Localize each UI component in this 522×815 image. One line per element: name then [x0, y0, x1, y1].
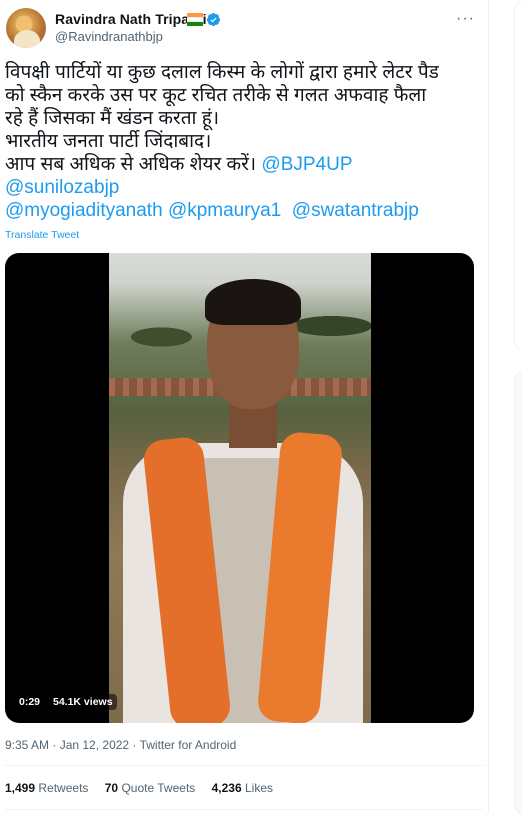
retweets-stat[interactable]: 1,499 Retweets — [5, 781, 88, 795]
tweet-text-line: भारतीय जनता पार्टी जिंदाबाद। — [5, 131, 212, 152]
person-hair — [205, 279, 301, 325]
retweets-label: Retweets — [38, 781, 89, 795]
tweet-text: विपक्षी पार्टियों या कुछ दलाल किस्म के ल… — [5, 61, 485, 222]
avatar[interactable] — [6, 8, 46, 48]
mention-link[interactable]: @swatantrabjp — [292, 200, 419, 221]
tweet-stats: 1,499 Retweets 70 Quote Tweets 4,236 Lik… — [5, 781, 286, 795]
tweet-date[interactable]: Jan 12, 2022 — [60, 738, 129, 752]
video-duration-badge: 0:29 — [15, 694, 45, 710]
translate-tweet-link[interactable]: Translate Tweet — [5, 229, 79, 241]
tweet-text-line: विपक्षी पार्टियों या कुछ दलाल किस्म के ल… — [5, 62, 439, 83]
divider — [5, 765, 483, 766]
video-player[interactable]: 0:29 54.1K views — [5, 253, 474, 723]
quote-label: Quote Tweets — [121, 781, 196, 795]
verified-badge-icon — [206, 12, 221, 27]
quote-count: 70 — [104, 781, 119, 795]
share-text: आप सब अधिक से अधिक शेयर करें। — [5, 154, 262, 175]
tweet-detail: Ravindra Nath Tripathi @Ravindranathbjp … — [0, 0, 489, 813]
mention-link[interactable]: @myogiadityanath — [5, 200, 163, 221]
author-name[interactable]: Ravindra Nath Tripathi — [55, 11, 207, 27]
mention-link[interactable]: @sunilozabjp — [5, 177, 119, 198]
quote-tweets-stat[interactable]: 70 Quote Tweets — [105, 781, 196, 795]
tweet-text-line: रहे हैं जिसका मैं खंडन करता हूं। — [5, 108, 220, 129]
likes-count: 4,236 — [211, 781, 242, 795]
tweet-text-line: को स्कैन करके उस पर कूट रचित तरीके से गल… — [5, 85, 427, 106]
tweet-time[interactable]: 9:35 AM — [5, 738, 49, 752]
tweet-source[interactable]: Twitter for Android — [140, 738, 237, 752]
more-options-icon[interactable]: ··· — [456, 10, 475, 28]
retweets-count: 1,499 — [5, 781, 36, 795]
author-handle[interactable]: @Ravindranathbjp — [55, 29, 163, 44]
mention-link[interactable]: @BJP4UP — [261, 154, 352, 175]
divider — [5, 809, 483, 810]
sidebar-card — [514, 0, 522, 352]
meta-separator: · — [129, 738, 140, 752]
video-views-badge: 54.1K views — [49, 694, 117, 710]
tweet-meta: 9:35 AM · Jan 12, 2022 · Twitter for And… — [5, 738, 236, 752]
mention-link[interactable]: @kpmaurya1 — [168, 200, 281, 221]
tweet-text-line: आप सब अधिक से अधिक शेयर करें। @BJP4UP — [5, 153, 485, 176]
likes-label: Likes — [245, 781, 274, 795]
india-flag-icon — [187, 13, 203, 26]
meta-separator: · — [49, 738, 60, 752]
likes-stat[interactable]: 4,236 Likes — [212, 781, 273, 795]
video-frame[interactable] — [109, 253, 371, 723]
tweet-text-line: @myogiadityanath @kpmaurya1 @swatantrabj… — [5, 199, 485, 222]
tweet-text-line: @sunilozabjp — [5, 176, 485, 199]
sidebar-card — [514, 370, 522, 815]
